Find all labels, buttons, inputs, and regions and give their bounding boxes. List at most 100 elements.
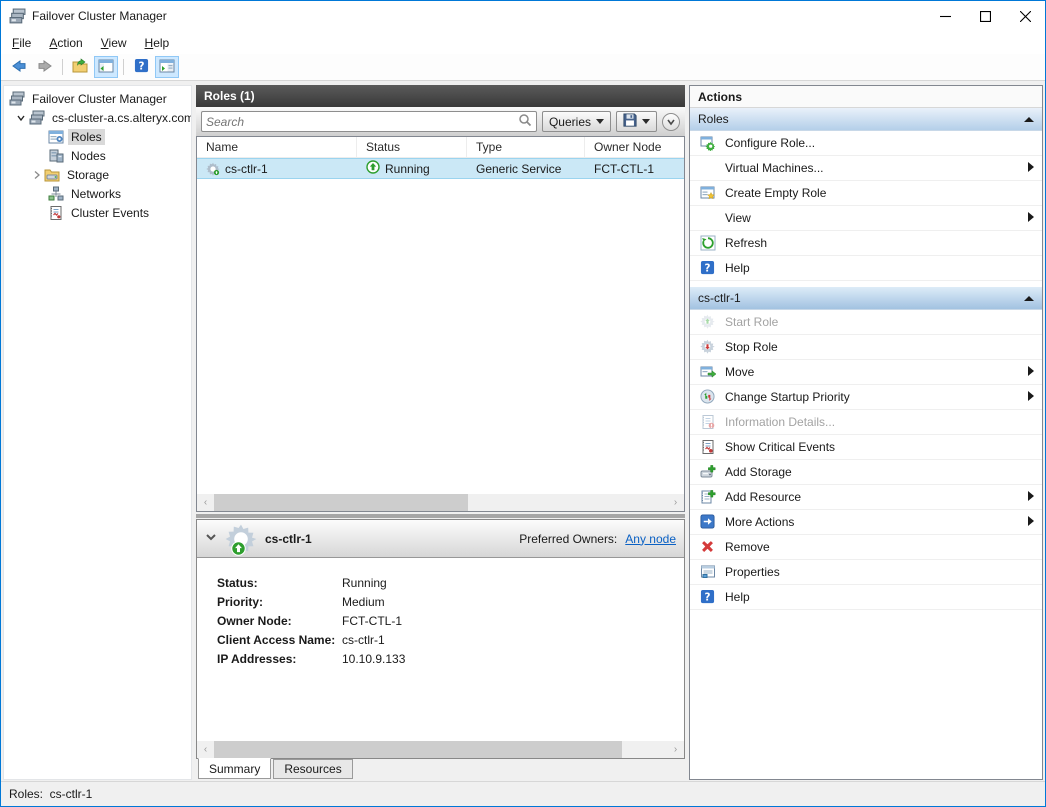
actions-group-role-header[interactable]: cs-ctlr-1 [690, 287, 1042, 310]
action-change-startup-priority[interactable]: Change Startup Priority [690, 385, 1042, 410]
action-label: Stop Role [725, 340, 1034, 354]
app-icon [9, 8, 26, 25]
svg-text:?: ? [138, 60, 144, 72]
minimize-button[interactable] [925, 1, 965, 31]
move-icon [700, 364, 717, 380]
show-action-pane-button[interactable] [155, 56, 179, 78]
action-create-empty-role[interactable]: Create Empty Role [690, 181, 1042, 206]
start-role-icon [700, 314, 717, 330]
menu-action[interactable]: Action [40, 33, 91, 53]
scroll-right-arrow[interactable]: › [667, 741, 684, 758]
show-console-tree-button[interactable] [94, 56, 118, 78]
action-view[interactable]: View [690, 206, 1042, 231]
action-show-critical-events[interactable]: Show Critical Events [690, 435, 1042, 460]
queries-button[interactable]: Queries [542, 111, 611, 132]
action-remove[interactable]: Remove [690, 535, 1042, 560]
forward-button[interactable] [33, 56, 57, 78]
field-client-access-name-label: Client Access Name: [217, 633, 342, 647]
chevron-collapsed-icon[interactable] [32, 170, 42, 180]
actions-pane: Actions Roles Configure Role... Virtual … [689, 85, 1043, 780]
export-list-button[interactable] [68, 56, 92, 78]
add-resource-icon [700, 489, 717, 505]
scrollbar-thumb[interactable] [214, 494, 468, 511]
menu-view[interactable]: View [92, 33, 136, 53]
tab-resources[interactable]: Resources [273, 759, 352, 779]
field-priority-value: Medium [342, 595, 684, 609]
tree-item-cluster-events-label: Cluster Events [68, 205, 152, 221]
menu-help[interactable]: Help [136, 33, 179, 53]
field-ip-addresses-value: 10.10.9.133 [342, 652, 684, 666]
scrollbar-track[interactable] [214, 741, 667, 758]
action-more-actions[interactable]: More Actions [690, 510, 1042, 535]
action-label: View [725, 211, 1028, 225]
action-label: More Actions [725, 515, 1028, 529]
help-button[interactable]: ? [129, 56, 153, 78]
tree-item-networks[interactable]: Networks [4, 184, 191, 203]
search-box[interactable] [201, 111, 537, 132]
table-row[interactable]: cs-ctlr-1 Running Generic Service FCT-CT… [197, 158, 684, 179]
tree-root[interactable]: Failover Cluster Manager [4, 89, 191, 108]
action-add-storage[interactable]: Add Storage [690, 460, 1042, 485]
scroll-right-arrow[interactable]: › [667, 494, 684, 511]
column-header-status[interactable]: Status [357, 137, 467, 157]
action-configure-role[interactable]: Configure Role... [690, 131, 1042, 156]
action-stop-role[interactable]: Stop Role [690, 335, 1042, 360]
field-ip-addresses-label: IP Addresses: [217, 652, 342, 666]
scrollbar-track[interactable] [214, 494, 667, 511]
scrollbar-thumb[interactable] [214, 741, 622, 758]
tree-item-roles[interactable]: Roles [4, 127, 191, 146]
storage-icon [44, 167, 60, 183]
action-help-roles[interactable]: ? Help [690, 256, 1042, 281]
column-header-owner-node[interactable]: Owner Node [585, 137, 684, 157]
maximize-button[interactable] [965, 1, 1005, 31]
action-add-resource[interactable]: Add Resource [690, 485, 1042, 510]
menu-file[interactable]: File [3, 33, 40, 53]
action-label: Move [725, 365, 1028, 379]
back-button[interactable] [7, 56, 31, 78]
preferred-owners-link[interactable]: Any node [625, 532, 676, 546]
failover-cluster-manager-window: Failover Cluster Manager File Action Vie… [0, 0, 1046, 807]
action-move[interactable]: Move [690, 360, 1042, 385]
tree-item-cluster-events[interactable]: Cluster Events [4, 203, 191, 222]
tab-summary[interactable]: Summary [198, 758, 271, 779]
tree-item-storage[interactable]: Storage [4, 165, 191, 184]
collapse-up-icon[interactable] [1024, 291, 1034, 305]
action-refresh[interactable]: Refresh [690, 231, 1042, 256]
horizontal-splitter[interactable] [196, 512, 685, 519]
scroll-left-arrow[interactable]: ‹ [197, 741, 214, 758]
action-virtual-machines[interactable]: Virtual Machines... [690, 156, 1042, 181]
menu-bar: File Action View Help [1, 31, 1045, 54]
tree-item-networks-label: Networks [68, 186, 124, 202]
detail-body: Status: Running Priority: Medium Owner N… [197, 558, 684, 741]
collapse-chevron-icon[interactable] [205, 531, 217, 546]
column-header-name[interactable]: Name [197, 137, 357, 157]
field-owner-node-value: FCT-CTL-1 [342, 614, 684, 628]
actions-group-roles-header[interactable]: Roles [690, 108, 1042, 131]
tree-cluster[interactable]: cs-cluster-a.cs.alteryx.com [4, 108, 191, 127]
action-label: Information Details... [725, 415, 1034, 429]
action-label: Add Resource [725, 490, 1028, 504]
roles-list: Name Status Type Owner Node cs-ctlr-1 Ru… [196, 136, 685, 512]
tree-item-nodes[interactable]: Nodes [4, 146, 191, 165]
chevron-expanded-icon[interactable] [16, 113, 26, 123]
tree-root-label: Failover Cluster Manager [29, 91, 170, 107]
action-help-role[interactable]: ? Help [690, 585, 1042, 610]
scroll-left-arrow[interactable]: ‹ [197, 494, 214, 511]
show-action-pane-icon [159, 58, 175, 77]
roles-panel: Roles (1) Queries [196, 85, 685, 780]
search-row: Queries [196, 107, 685, 136]
tree-item-nodes-label: Nodes [68, 148, 109, 164]
submenu-arrow-icon [1028, 211, 1034, 225]
action-properties[interactable]: Properties [690, 560, 1042, 585]
information-details-icon [700, 414, 717, 430]
svg-text:?: ? [705, 591, 711, 603]
role-gear-running-icon [225, 523, 257, 555]
action-label: Properties [725, 565, 1034, 579]
list-horizontal-scrollbar: ‹ › [197, 494, 684, 511]
close-button[interactable] [1005, 1, 1045, 31]
save-query-button[interactable] [616, 111, 657, 132]
search-input[interactable] [206, 115, 518, 129]
collapse-up-icon[interactable] [1024, 112, 1034, 126]
expand-search-options-button[interactable] [662, 113, 680, 131]
column-header-type[interactable]: Type [467, 137, 585, 157]
